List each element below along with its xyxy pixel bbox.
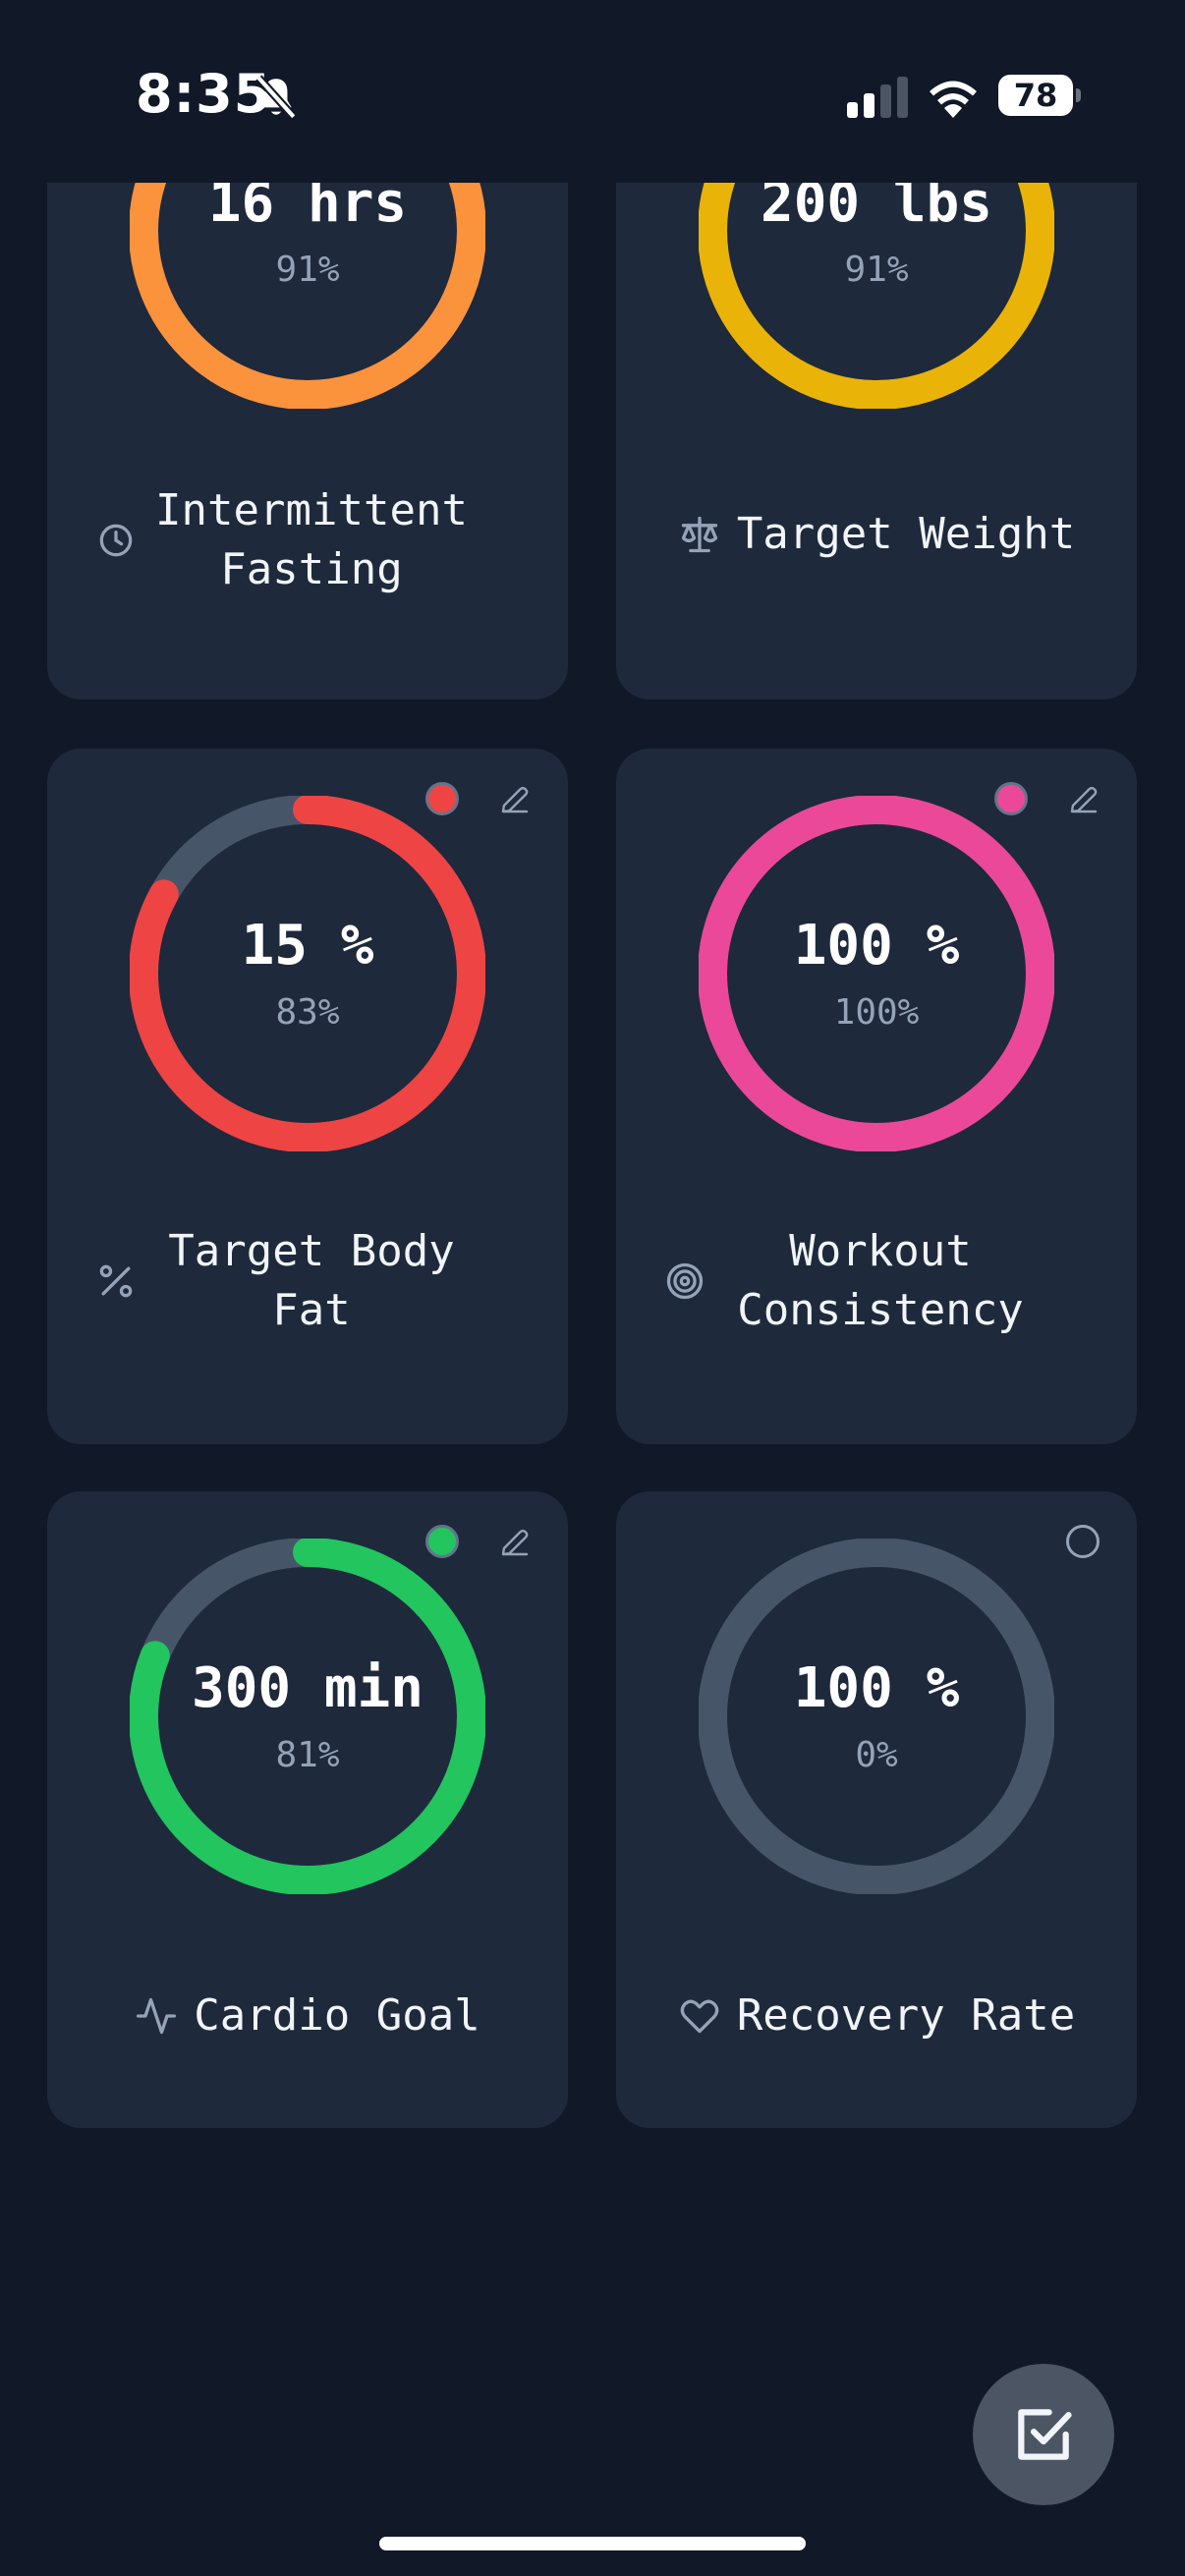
goal-percent: 91%	[844, 250, 909, 290]
progress-ring: 100 % 0%	[699, 1539, 1054, 1894]
target-icon	[663, 1260, 706, 1303]
goal-label: Recovery Rate	[736, 1990, 1076, 2041]
progress-ring: 15 % 83%	[130, 796, 485, 1151]
goal-card[interactable]: 100 % 0% Recovery Rate	[616, 1491, 1137, 2128]
pencil-icon[interactable]	[497, 1525, 533, 1560]
pencil-icon[interactable]	[497, 782, 533, 817]
color-dot[interactable]	[1066, 1525, 1100, 1558]
clock-icon	[94, 519, 138, 562]
checkbox-icon	[1018, 2409, 1072, 2460]
goal-value: 300 min	[191, 1656, 423, 1720]
goal-label: Intermittent Fasting	[155, 485, 468, 594]
battery-level: 78	[1013, 77, 1058, 114]
goal-label: Workout Consistency	[737, 1226, 1024, 1335]
progress-ring: 100 % 100%	[699, 796, 1054, 1151]
goal-percent: 81%	[275, 1735, 340, 1775]
checklist-fab-button[interactable]	[973, 2364, 1114, 2505]
color-dot[interactable]	[425, 782, 459, 815]
goal-value: 100 %	[793, 914, 960, 978]
wifi-icon	[930, 81, 977, 118]
goal-value: 100 %	[793, 1656, 960, 1720]
percent-icon	[94, 1260, 138, 1303]
goal-label-row: Workout Consistency	[616, 1222, 1137, 1340]
goal-card[interactable]: 100 % 100% Workout Consistency	[616, 749, 1137, 1444]
goal-label-row: Intermittent Fasting	[47, 481, 568, 599]
home-indicator[interactable]	[379, 2537, 806, 2550]
goal-label-row: Cardio Goal	[47, 1987, 568, 2045]
progress-ring: 300 min 81%	[130, 1539, 485, 1894]
goal-label-row: Recovery Rate	[616, 1987, 1137, 2045]
goal-label-row: Target Weight	[616, 505, 1137, 564]
goal-label: Cardio Goal	[194, 1990, 480, 2041]
status-bar: 8:35 78	[0, 0, 1185, 183]
cellular-signal-icon	[847, 77, 908, 118]
goal-label: Target Weight	[736, 509, 1076, 559]
color-dot[interactable]	[994, 782, 1028, 815]
battery-icon: 78	[998, 75, 1081, 116]
pencil-icon[interactable]	[1066, 782, 1101, 817]
goal-label-row: Target Body Fat	[47, 1222, 568, 1340]
goal-value: 15 %	[241, 914, 374, 978]
activity-icon	[135, 1994, 178, 2038]
bell-slash-icon	[255, 75, 297, 120]
goal-percent: 83%	[275, 992, 340, 1033]
goal-card[interactable]: 15 % 83% Target Body Fat	[47, 749, 568, 1444]
scale-icon	[678, 513, 721, 556]
goal-label: Target Body Fat	[168, 1226, 455, 1335]
heart-icon	[678, 1994, 721, 2038]
goal-percent: 91%	[275, 250, 340, 290]
goal-card[interactable]: 300 min 81% Cardio Goal	[47, 1491, 568, 2128]
goal-percent: 0%	[855, 1735, 898, 1775]
goal-percent: 100%	[833, 992, 920, 1033]
color-dot[interactable]	[425, 1525, 459, 1558]
